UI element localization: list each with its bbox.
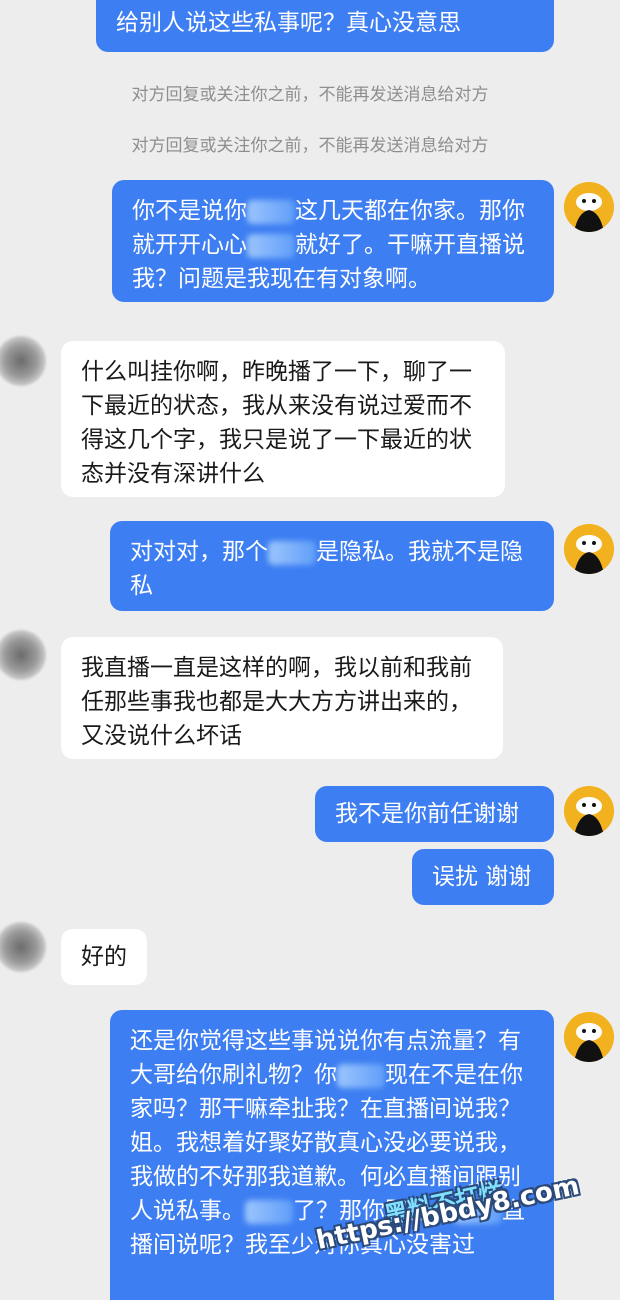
message-received[interactable]: 好的 [61,929,147,985]
message-text: 我不是你前任谢谢 [335,801,519,827]
message-sent[interactable]: 你不是说你 这几天都在你家。那你就开开心心 就好了。干嘛开直播说我？问题是我现在有对… [112,180,554,302]
redaction-blur [247,199,295,224]
message-text: 你不是说你 [132,198,247,224]
avatar-self[interactable] [564,786,614,836]
avatar-icon [564,1012,614,1062]
avatar-self[interactable] [564,524,614,574]
system-notice: 对方回复或关注你之前，不能再发送消息给对方 [131,85,489,105]
avatar-contact[interactable] [0,922,46,972]
avatar-self[interactable] [564,182,614,232]
avatar-contact[interactable] [0,630,46,680]
avatar-icon [564,786,614,836]
message-received[interactable]: 我直播一直是这样的啊，我以前和我前任那些事我也都是大大方方讲出来的，又没说什么坏… [61,637,503,759]
message-sent[interactable]: 对对对，那个 是隐私。我就不是隐私 [110,521,554,611]
avatar-icon [564,524,614,574]
system-notice: 对方回复或关注你之前，不能再发送消息给对方 [131,136,489,156]
message-text: 什么叫挂你啊，昨晚播了一下，聊了一下最近的状态，我从来没有说过爱而不得这几个字，… [81,359,472,487]
message-sent[interactable]: 给别人说这些私事呢？真心没意思 [96,0,554,52]
message-text: 误扰 谢谢 [432,864,532,890]
redaction-blur [268,540,316,565]
message-text: 好的 [81,944,127,970]
message-text: 我直播一直是这样的啊，我以前和我前任那些事我也都是大大方方讲出来的，又没说什么坏… [81,655,472,749]
message-received[interactable]: 什么叫挂你啊，昨晚播了一下，聊了一下最近的状态，我从来没有说过爱而不得这几个字，… [61,341,505,497]
message-sent[interactable]: 还是你觉得这些事说说你有点流量？有大哥给你刷礼物？你 现在不是在你家吗？那干嘛牵扯… [110,1010,554,1300]
redaction-blur [245,1199,293,1224]
message-sent[interactable]: 我不是你前任谢谢 [315,786,554,842]
message-text: 对对对，那个 [130,539,268,565]
avatar-contact[interactable] [0,336,46,386]
message-text: 给别人说这些私事呢？真心没意思 [116,10,461,36]
avatar-self[interactable] [564,1012,614,1062]
message-sent[interactable]: 误扰 谢谢 [412,849,554,905]
redaction-blur [247,233,295,258]
redaction-blur [337,1063,385,1088]
avatar-icon [564,182,614,232]
